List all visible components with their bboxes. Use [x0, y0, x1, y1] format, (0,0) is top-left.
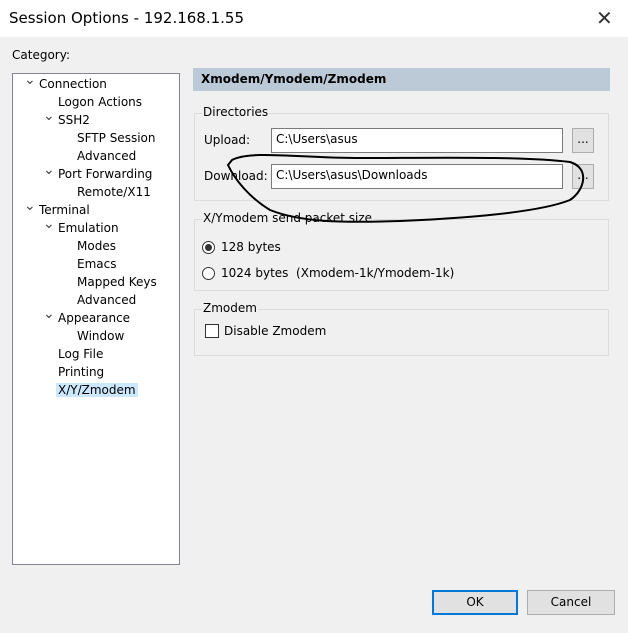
- radio-128-bytes[interactable]: [202, 241, 215, 254]
- tree-item[interactable]: X/Y/Zmodem: [56, 381, 138, 399]
- window-title: Session Options - 192.168.1.55: [9, 9, 245, 27]
- tree-item-label: SSH2: [58, 113, 90, 127]
- cancel-button[interactable]: Cancel: [527, 590, 615, 615]
- title-bar: Session Options - 192.168.1.55 ✕: [0, 0, 628, 37]
- upload-input[interactable]: C:\Users\asus: [271, 128, 563, 153]
- tree-item[interactable]: Advanced: [77, 147, 136, 165]
- radio-128-label: 128 bytes: [221, 240, 281, 254]
- download-browse-button[interactable]: ...: [572, 164, 594, 189]
- zmodem-label: Zmodem: [202, 301, 258, 315]
- radio-1024-label: 1024 bytes (Xmodem-1k/Ymodem-1k): [221, 266, 455, 280]
- ok-button[interactable]: OK: [432, 590, 518, 615]
- tree-item-label: Appearance: [58, 311, 131, 325]
- tree-item-label: Connection: [39, 77, 107, 91]
- category-tree[interactable]: ⌄ Connection Logon Actions ⌄ SSH2 SFTP Sessio…: [12, 72, 180, 565]
- tree-item[interactable]: Remote/X11: [77, 183, 151, 201]
- tree-item-label: Remote/X11: [77, 185, 151, 199]
- chevron-down-icon[interactable]: ⌄: [24, 71, 36, 89]
- tree-item-label: Printing: [58, 365, 105, 379]
- category-label: Category:: [12, 48, 70, 62]
- tree-item-label: Window: [77, 329, 125, 343]
- tree-item-label: Modes: [77, 239, 116, 253]
- chevron-down-icon[interactable]: ⌄: [24, 197, 36, 215]
- disable-zmodem-label: Disable Zmodem: [224, 324, 327, 338]
- packet-size-group: X/Ymodem send packet size: [194, 211, 609, 291]
- download-label: Download:: [204, 169, 268, 183]
- chevron-down-icon[interactable]: ⌄: [43, 107, 55, 125]
- tree-item[interactable]: Logon Actions: [58, 93, 142, 111]
- upload-label: Upload:: [204, 133, 251, 147]
- tree-item[interactable]: ⌄ Emulation: [43, 216, 119, 237]
- radio-1024-bytes[interactable]: [202, 267, 215, 280]
- panel-header: Xmodem/Ymodem/Zmodem: [193, 68, 610, 91]
- tree-item[interactable]: Printing: [58, 363, 104, 381]
- packet-size-label: X/Ymodem send packet size: [202, 211, 374, 225]
- tree-item-label: Mapped Keys: [77, 275, 157, 289]
- upload-browse-button[interactable]: ...: [572, 128, 594, 153]
- chevron-down-icon[interactable]: ⌄: [43, 161, 55, 179]
- tree-item[interactable]: SFTP Session: [77, 129, 155, 147]
- directories-label: Directories: [202, 105, 270, 119]
- tree-item-label: SFTP Session: [77, 131, 156, 145]
- download-input[interactable]: C:\Users\asus\Downloads: [271, 164, 563, 189]
- tree-item[interactable]: Advanced: [77, 291, 136, 309]
- tree-item[interactable]: ⌄ SSH2: [43, 108, 90, 129]
- tree-item-label: Logon Actions: [58, 95, 143, 109]
- tree-item-label: Log File: [58, 347, 104, 361]
- tree-item[interactable]: Emacs: [77, 255, 116, 273]
- tree-item[interactable]: Mapped Keys: [77, 273, 157, 291]
- tree-item-label: Port Forwarding: [58, 167, 153, 181]
- tree-item[interactable]: Modes: [77, 237, 116, 255]
- tree-item-label: Advanced: [77, 293, 137, 307]
- tree-item-label: Emulation: [58, 221, 119, 235]
- close-icon[interactable]: ✕: [596, 6, 613, 30]
- tree-item[interactable]: ⌄ Port Forwarding: [43, 162, 153, 183]
- tree-item[interactable]: Window: [77, 327, 124, 345]
- tree-item-label: Emacs: [77, 257, 117, 271]
- tree-item-label: Advanced: [77, 149, 137, 163]
- chevron-down-icon[interactable]: ⌄: [43, 305, 55, 323]
- tree-item-label: X/Y/Zmodem: [56, 383, 138, 397]
- tree-item[interactable]: Log File: [58, 345, 103, 363]
- tree-item[interactable]: ⌄ Connection: [24, 72, 107, 93]
- disable-zmodem-checkbox[interactable]: [205, 324, 219, 338]
- tree-item[interactable]: ⌄ Appearance: [43, 306, 131, 327]
- chevron-down-icon[interactable]: ⌄: [43, 215, 55, 233]
